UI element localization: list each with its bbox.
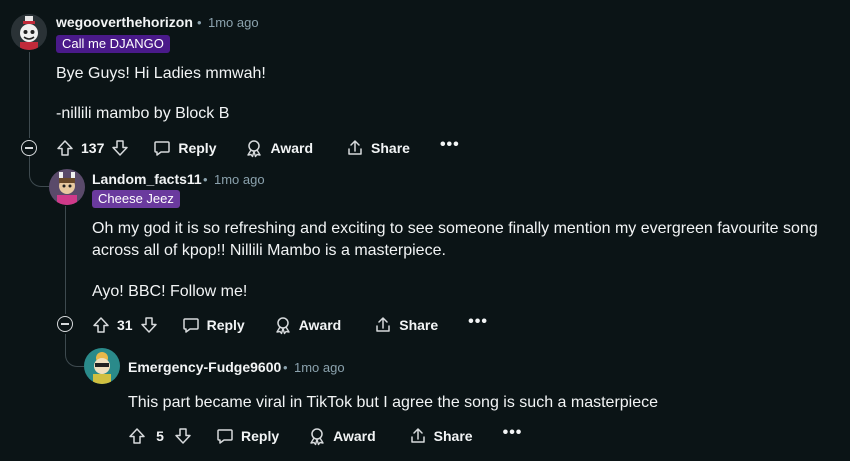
award-label: Award (333, 428, 376, 444)
more-options-button[interactable]: ••• (468, 313, 488, 333)
avatar[interactable] (84, 348, 120, 384)
avatar-image (49, 169, 85, 205)
comment-bubble-icon (152, 138, 172, 158)
comment-timestamp[interactable]: 1mo ago (214, 172, 265, 187)
comment-actions: 5 Reply Award Share ••• (127, 425, 522, 447)
meta-separator: • (197, 15, 202, 30)
more-icon: ••• (502, 424, 523, 441)
vote-group: 31 (91, 315, 159, 335)
comment-actions: 137 Reply Award Share ••• (55, 137, 460, 159)
comment-bubble-icon (215, 426, 235, 446)
share-button[interactable]: Share (373, 315, 438, 335)
award-button[interactable]: Award (307, 426, 376, 446)
avatar-image (84, 348, 120, 384)
share-icon (408, 426, 428, 446)
more-icon: ••• (439, 136, 460, 153)
user-flair: Call me DJANGO (56, 35, 170, 53)
thread-connector (65, 334, 86, 367)
share-button[interactable]: Share (408, 426, 473, 446)
more-options-button[interactable]: ••• (439, 136, 460, 156)
comment-body-line: -nillili mambo by Block B (56, 105, 230, 122)
more-icon: ••• (468, 313, 488, 330)
thread-line (65, 206, 66, 314)
vote-group: 5 (127, 426, 193, 446)
award-button[interactable]: Award (244, 138, 313, 158)
share-icon (345, 138, 365, 158)
reply-button[interactable]: Reply (152, 138, 216, 158)
vote-count: 5 (156, 428, 164, 444)
award-button[interactable]: Award (273, 315, 342, 335)
reply-button[interactable]: Reply (181, 315, 245, 335)
award-label: Award (298, 317, 342, 333)
vote-group: 137 (55, 138, 130, 158)
award-icon (244, 138, 264, 158)
user-flair: Cheese Jeez (92, 190, 180, 208)
comment-actions: 31 Reply Award Share ••• (91, 314, 488, 336)
comment-body-line: This part became viral in TikTok but I a… (128, 394, 659, 411)
comment-bubble-icon (181, 315, 201, 335)
downvote-icon[interactable] (173, 426, 193, 446)
thread-line (29, 52, 30, 138)
award-icon (307, 426, 327, 446)
share-button[interactable]: Share (345, 138, 410, 158)
share-icon (373, 315, 393, 335)
avatar-image (11, 14, 47, 50)
upvote-icon[interactable] (127, 426, 147, 446)
comment-body-line: Bye Guys! Hi Ladies mmwah! (56, 65, 266, 82)
comment-body-line: Oh my god it is so refreshing and exciti… (92, 220, 818, 237)
reply-label: Reply (241, 428, 280, 444)
upvote-icon[interactable] (91, 315, 111, 335)
downvote-icon[interactable] (110, 138, 130, 158)
share-label: Share (433, 428, 473, 444)
comment-body-line: Ayo! BBC! Follow me! (92, 283, 248, 300)
comment-timestamp[interactable]: 1mo ago (294, 360, 345, 375)
share-label: Share (371, 140, 410, 156)
collapse-thread-button[interactable] (21, 140, 37, 156)
avatar[interactable] (11, 14, 47, 50)
comment-timestamp[interactable]: 1mo ago (208, 15, 259, 30)
more-options-button[interactable]: ••• (502, 424, 523, 444)
vote-count: 31 (117, 317, 133, 333)
share-label: Share (399, 317, 439, 333)
collapse-thread-button[interactable] (57, 316, 73, 332)
reply-label: Reply (206, 317, 245, 333)
meta-separator: • (203, 172, 208, 187)
meta-separator: • (283, 360, 288, 375)
award-icon (273, 315, 293, 335)
vote-count: 137 (81, 140, 105, 156)
reply-button[interactable]: Reply (215, 426, 279, 446)
comment-username[interactable]: wegooverthehorizon (56, 14, 193, 30)
award-label: Award (270, 140, 314, 156)
downvote-icon[interactable] (139, 315, 159, 335)
avatar[interactable] (49, 169, 85, 205)
upvote-icon[interactable] (55, 138, 75, 158)
comment-username[interactable]: Landom_facts11 (92, 171, 202, 187)
thread-connector (29, 156, 50, 187)
reply-label: Reply (178, 140, 217, 156)
comment-username[interactable]: Emergency-Fudge9600 (128, 359, 281, 375)
comment-body-line: across all of kpop!! Nillili Mambo is a … (92, 242, 446, 259)
